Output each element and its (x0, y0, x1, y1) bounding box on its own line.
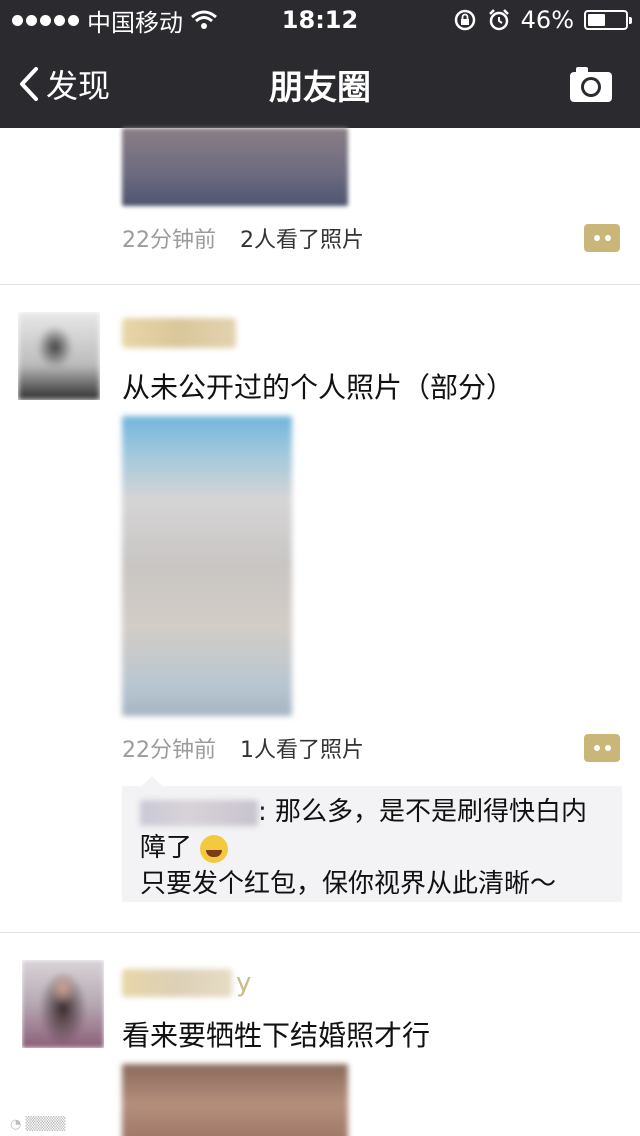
post-text: 看来要牺牲下结婚照才行 (122, 1019, 431, 1052)
avatar[interactable] (22, 960, 104, 1048)
comment-text-line2: 障了 (140, 833, 193, 863)
status-right: 46% (453, 6, 632, 34)
avatar[interactable] (18, 312, 100, 400)
comment-item-cont: 障了 (140, 830, 604, 866)
rotation-lock-icon (454, 9, 475, 31)
post-text: 从未公开过的个人照片（部分） (122, 371, 515, 404)
laughing-tears-emoji-icon (200, 834, 229, 863)
alarm-icon (488, 9, 509, 31)
author-name[interactable]: y (122, 968, 251, 998)
divider (0, 284, 640, 285)
status-left: 中国移动 (12, 3, 217, 38)
author-name[interactable] (122, 318, 236, 348)
author-name-suffix: y (236, 968, 252, 998)
back-button[interactable]: 发现 (18, 40, 110, 128)
post-meta: 22分钟前 1人看了照片 (122, 732, 364, 764)
comment-box: : 那么多，是不是刷得快白内 障了 只要发个红包，保你视界从此清晰～ (122, 776, 622, 902)
signal-icon (12, 14, 79, 26)
comment-more-button[interactable] (584, 734, 620, 762)
comment-reply[interactable]: 只要发个红包，保你视界从此清晰～ (140, 866, 604, 902)
nav-bar: 发现 朋友圈 (0, 40, 640, 128)
post-photo[interactable] (122, 1064, 348, 1136)
wifi-icon (191, 10, 217, 29)
status-bar: 中国移动 18:12 46% (0, 0, 640, 40)
carrier-label: 中国移动 (87, 8, 183, 37)
post-time: 22分钟前 (122, 738, 216, 763)
post-photo[interactable] (122, 128, 348, 206)
watermark-logo: ◔ ▒▒▒▒ (10, 1117, 66, 1132)
page-title: 朋友圈 (269, 67, 371, 108)
battery-icon (584, 10, 632, 30)
divider (0, 932, 640, 933)
post-time: 22分钟前 (122, 228, 216, 253)
moments-screen: 中国移动 18:12 46% 发现 朋友圈 22分钟前 2人看了照片 从未公开过… (0, 0, 640, 1136)
battery-fill (588, 14, 605, 26)
battery-percent: 46% (520, 6, 574, 34)
comment-more-button[interactable] (584, 224, 620, 252)
post-views: 1人看了照片 (240, 738, 364, 763)
comment-text-line1: 那么多，是不是刷得快白内 (275, 797, 588, 827)
chevron-left-icon (20, 67, 38, 101)
post-views: 2人看了照片 (240, 228, 364, 253)
post-meta: 22分钟前 2人看了照片 (122, 222, 364, 254)
back-label: 发现 (46, 67, 111, 105)
comment-item[interactable]: : 那么多，是不是刷得快白内 (140, 794, 604, 830)
commenter-name[interactable] (140, 799, 258, 826)
post-photo[interactable] (122, 416, 292, 716)
camera-icon[interactable] (568, 64, 614, 104)
